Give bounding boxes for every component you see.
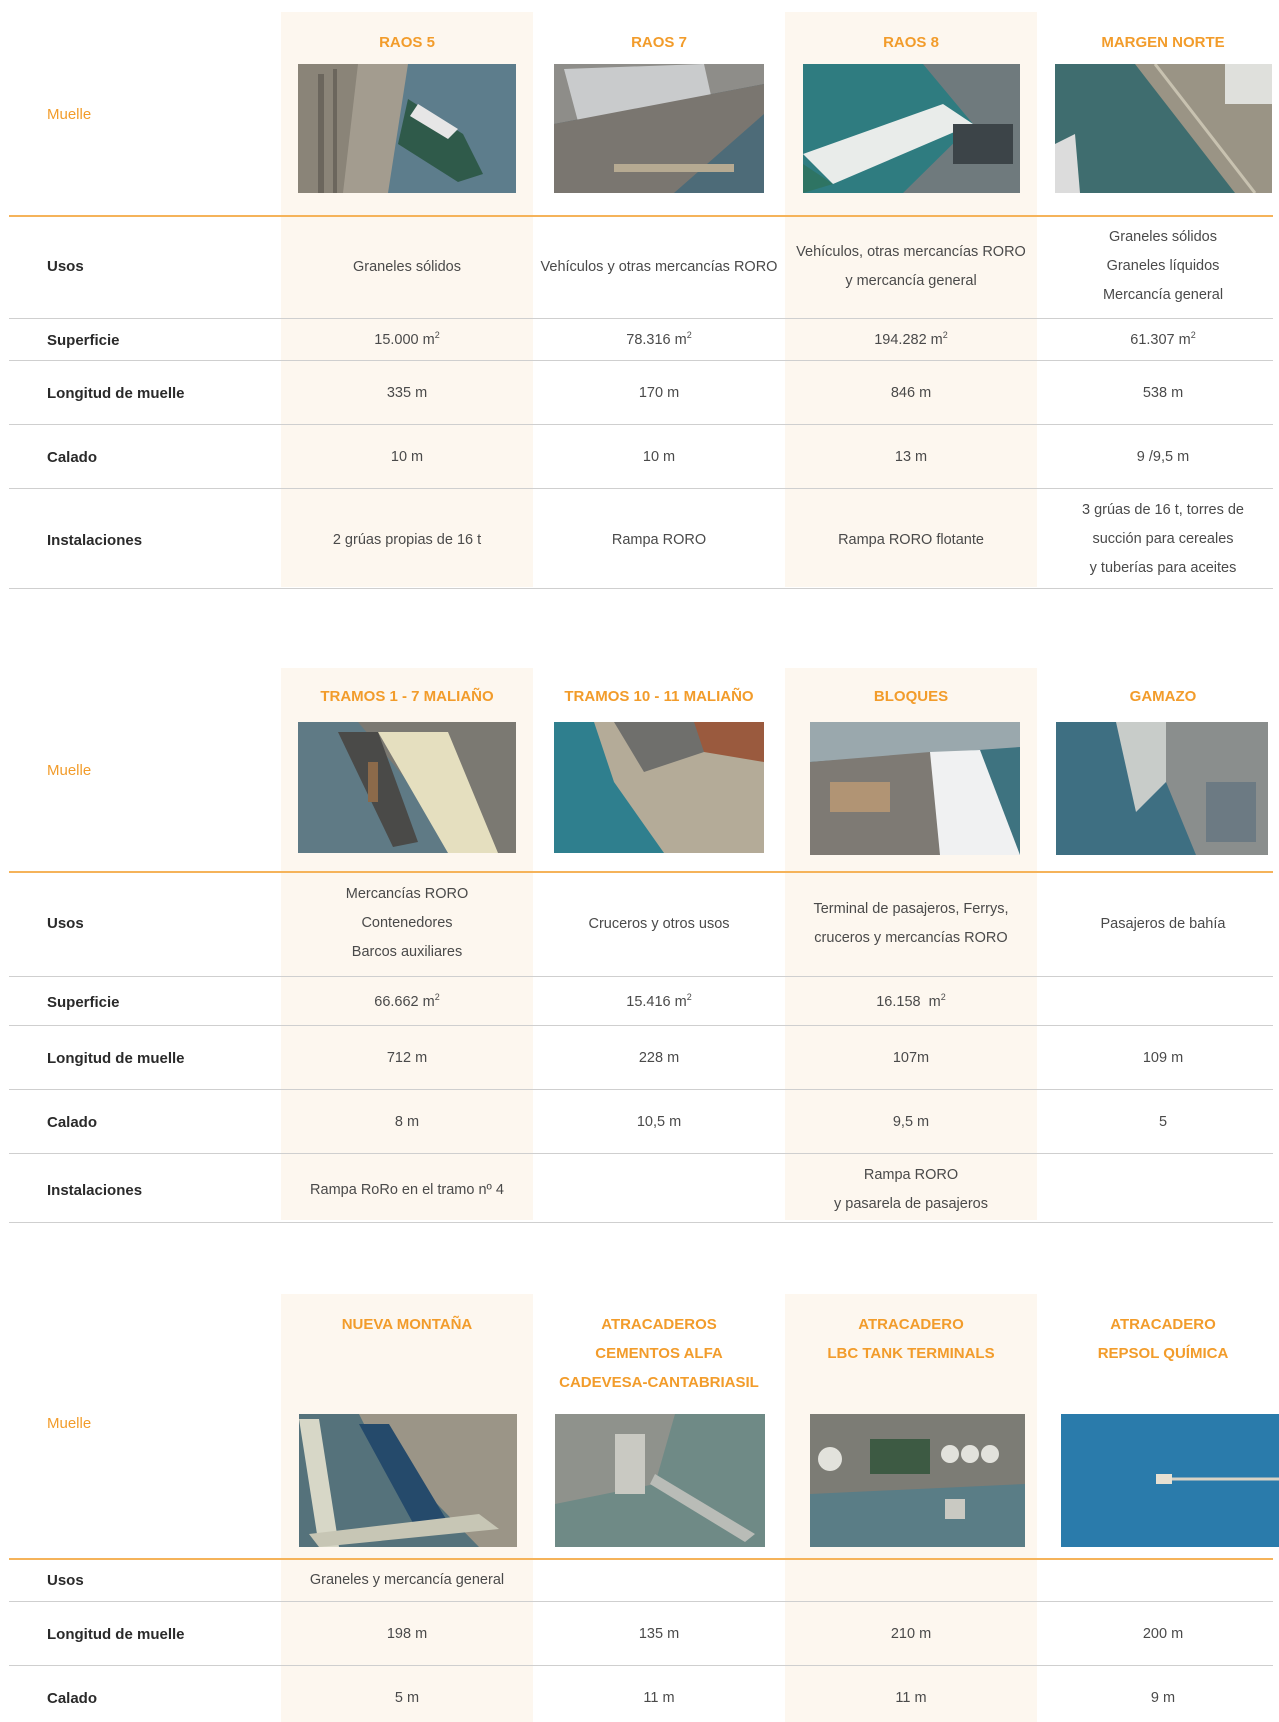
- title-line: ATRACADEROS: [601, 1316, 717, 1333]
- cell-longitud: 200 m: [1142, 1626, 1184, 1642]
- cell-longitud: 135 m: [638, 1626, 680, 1642]
- title-line: CADEVESA-CANTABRIASIL: [559, 1374, 759, 1391]
- cell-longitud: 198 m: [386, 1626, 428, 1642]
- dock-photo-cementos-alfa: [555, 1414, 765, 1547]
- dock-title: ATRACADERO REPSOL QUÍMICA: [1037, 1310, 1279, 1368]
- title-line: CEMENTOS ALFA: [595, 1345, 723, 1362]
- dock-title: ATRACADEROS CEMENTOS ALFA CADEVESA-CANTABR…: [533, 1310, 785, 1397]
- cell-usos: Graneles y mercancía general: [309, 1572, 505, 1588]
- cell-calado: 5 m: [394, 1690, 420, 1706]
- cell-calado: 11 m: [895, 1690, 927, 1706]
- row-separator: [9, 1665, 1273, 1666]
- dock-photo-nueva-montana: [299, 1414, 517, 1547]
- title-line: REPSOL QUÍMICA: [1097, 1345, 1229, 1362]
- table-3: Muelle NUEVA MONTAÑA ATRACADEROS CEMENTOS…: [0, 0, 1279, 1722]
- muelle-label: Muelle: [47, 1415, 92, 1432]
- header-separator: [9, 1558, 1273, 1560]
- title-line: ATRACADERO: [858, 1316, 964, 1333]
- dock-title: NUEVA MONTAÑA: [281, 1310, 533, 1339]
- row-label-usos: Usos: [47, 1572, 84, 1589]
- dock-photo-repsol: [1061, 1414, 1279, 1547]
- title-line: ATRACADERO: [1110, 1316, 1216, 1333]
- dock-title: ATRACADERO LBC TANK TERMINALS: [785, 1310, 1037, 1368]
- row-label-calado: Calado: [47, 1690, 98, 1707]
- row-label-longitud: Longitud de muelle: [47, 1626, 185, 1643]
- title-line: NUEVA MONTAÑA: [341, 1316, 473, 1333]
- title-line: LBC TANK TERMINALS: [827, 1345, 995, 1362]
- cell-calado: 9 m: [1150, 1690, 1176, 1706]
- row-separator: [9, 1601, 1273, 1602]
- dock-photo-lbc-tank: [810, 1414, 1025, 1547]
- cell-calado: 11 m: [643, 1690, 675, 1706]
- cell-longitud: 210 m: [890, 1626, 932, 1642]
